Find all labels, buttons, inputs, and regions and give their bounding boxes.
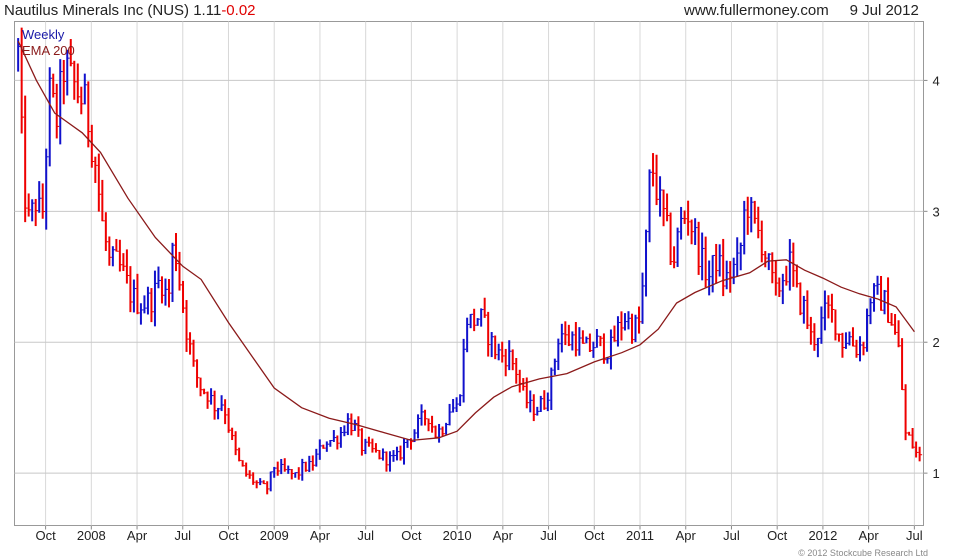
x-tick-label: 2012	[808, 528, 837, 543]
x-tick-label: 2009	[260, 528, 289, 543]
x-tick-label: Oct	[35, 528, 56, 543]
x-tick-label: Jul	[357, 528, 374, 543]
x-tick-label: Apr	[859, 528, 880, 543]
chart-source: www.fullermoney.com 9 Jul 2012	[684, 2, 919, 19]
x-tick-label: Apr	[310, 528, 331, 543]
y-tick-label: 4	[933, 73, 940, 88]
price-change: -0.02	[221, 2, 256, 19]
last-price: 1.11	[193, 2, 222, 19]
x-tick-label: Jul	[723, 528, 740, 543]
x-tick-label: Oct	[401, 528, 422, 543]
x-tick-label: 2010	[443, 528, 472, 543]
source-site: www.fullermoney.com	[684, 2, 829, 19]
x-tick-label: 2008	[77, 528, 106, 543]
chart-date: 9 Jul 2012	[849, 2, 919, 19]
x-tick-label: Oct	[767, 528, 788, 543]
legend-ema: EMA 200	[22, 43, 75, 58]
x-tick-label: Oct	[218, 528, 239, 543]
x-tick-label: Jul	[906, 528, 923, 543]
y-tick-label: 2	[933, 335, 940, 350]
y-tick-label: 3	[933, 204, 940, 219]
x-tick-label: Jul	[174, 528, 191, 543]
security-name: Nautilus Minerals Inc (NUS)	[4, 2, 190, 19]
chart-title: Nautilus Minerals Inc (NUS) 1.11-0.02	[4, 2, 256, 19]
x-tick-label: Apr	[676, 528, 697, 543]
x-tick-label: 2011	[626, 528, 654, 543]
legend-weekly: Weekly	[22, 27, 65, 42]
x-tick-label: Jul	[540, 528, 557, 543]
y-tick-label: 1	[933, 466, 940, 481]
x-tick-label: Oct	[584, 528, 605, 543]
price-chart: Oct 2008 Apr Jul Oct 2009 Apr Jul Oct 2010 Apr Jul O…	[14, 21, 940, 543]
x-tick-label: Apr	[127, 528, 148, 543]
x-tick-label: Apr	[493, 528, 514, 543]
copyright: © 2012 Stockcube Research Ltd	[798, 548, 928, 558]
